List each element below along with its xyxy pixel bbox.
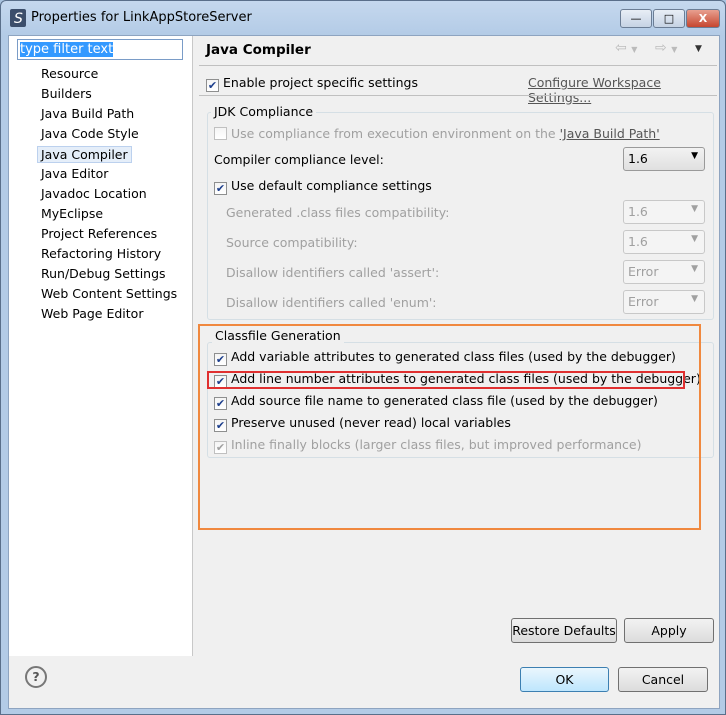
ok-button[interactable]: OK: [520, 667, 609, 692]
tree-item[interactable]: Resource: [41, 66, 98, 81]
compliance-level-select[interactable]: 1.6 ▼: [623, 147, 705, 171]
tree-item[interactable]: Web Page Editor: [41, 306, 143, 321]
cancel-button[interactable]: Cancel: [618, 667, 708, 692]
page-title: Java Compiler: [206, 42, 311, 58]
tree-item[interactable]: Java Code Style: [41, 126, 139, 141]
enable-project-settings-checkbox[interactable]: ✔ Enable project specific settings: [206, 75, 418, 92]
back-icon[interactable]: ⇦ ▼: [615, 40, 637, 56]
jdk-compliance-label: JDK Compliance: [211, 104, 317, 119]
tree-item[interactable]: MyEclipse: [41, 206, 103, 221]
tree-item[interactable]: Javadoc Location: [41, 186, 147, 201]
navigation-pane: type filter text Resource Builders Java Bu…: [9, 36, 193, 656]
jdk-setting-label: Disallow identifiers called 'assert':: [226, 265, 440, 280]
jdk-setting-label: Generated .class files compatibility:: [226, 205, 450, 220]
window-title: Properties for LinkAppStoreServer: [31, 10, 252, 25]
help-icon[interactable]: ?: [25, 666, 47, 688]
tree-item[interactable]: Project References: [41, 226, 157, 241]
dialog-client: type filter text Resource Builders Java Bu…: [8, 35, 720, 709]
minimize-button[interactable]: —: [620, 9, 652, 28]
jdk-setting-select: 1.6 ▼: [623, 200, 705, 224]
tree-item[interactable]: Run/Debug Settings: [41, 266, 166, 281]
maximize-button[interactable]: □: [653, 9, 685, 28]
tree-item[interactable]: Java Compiler: [37, 146, 132, 163]
jdk-setting-select: Error ▼: [623, 290, 705, 314]
close-button[interactable]: X: [686, 9, 720, 28]
myeclipse-logo-icon: S: [10, 9, 26, 27]
use-default-compliance-checkbox[interactable]: ✔ Use default compliance settings: [214, 178, 432, 195]
filter-input[interactable]: type filter text: [17, 39, 183, 60]
forward-icon[interactable]: ⇨ ▼: [655, 40, 677, 56]
java-build-path-link[interactable]: 'Java Build Path': [560, 126, 660, 141]
divider: [199, 95, 717, 96]
divider: [199, 65, 717, 66]
jdk-setting-select: Error ▼: [623, 260, 705, 284]
jdk-setting-label: Disallow identifiers called 'enum':: [226, 295, 437, 310]
tree-item[interactable]: Refactoring History: [41, 246, 161, 261]
view-menu-icon[interactable]: ▼: [695, 44, 702, 54]
svg-text:S: S: [14, 11, 23, 27]
tree-item[interactable]: Java Editor: [41, 166, 108, 181]
compliance-level-label: Compiler compliance level:: [214, 152, 384, 167]
filter-text: type filter text: [20, 42, 114, 57]
restore-defaults-button[interactable]: Restore Defaults: [511, 618, 617, 643]
tree-item[interactable]: Web Content Settings: [41, 286, 177, 301]
configure-workspace-link[interactable]: Configure Workspace Settings...: [528, 75, 719, 105]
tree-item[interactable]: Builders: [41, 86, 92, 101]
properties-dialog: S Properties for LinkAppStoreServer — □ …: [0, 0, 726, 715]
tree-item[interactable]: Java Build Path: [41, 106, 134, 121]
orange-highlight-box: [198, 324, 701, 530]
jdk-setting-select: 1.6 ▼: [623, 230, 705, 254]
apply-button[interactable]: Apply: [624, 618, 714, 643]
jdk-setting-label: Source compatibility:: [226, 235, 358, 250]
use-env-compliance-checkbox: Use compliance from execution environmen…: [214, 126, 660, 141]
red-highlight-box: [207, 371, 685, 389]
